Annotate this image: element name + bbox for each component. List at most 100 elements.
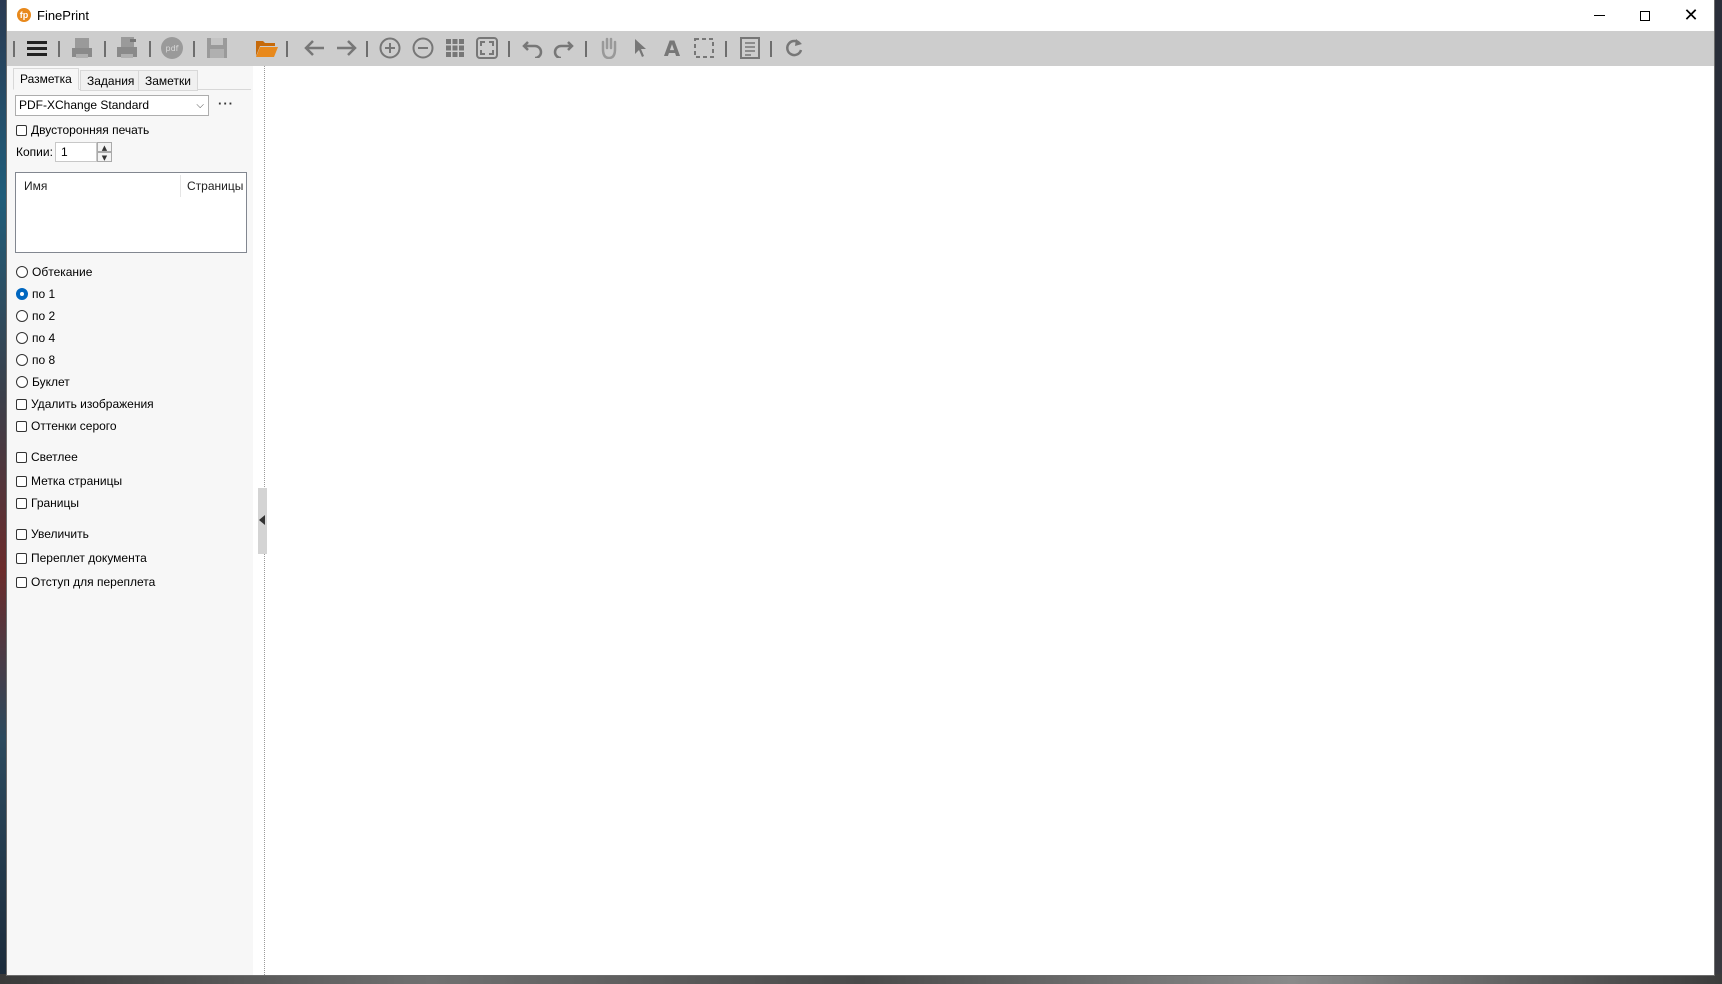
checkbox-box (16, 420, 27, 432)
jobs-list[interactable]: Имя Страницы (15, 172, 247, 253)
title-bar: fp FinePrint ✕ (7, 0, 1714, 31)
duplex-label: Двусторонняя печать (31, 123, 150, 137)
radio-label: по 1 (32, 287, 56, 301)
option-enlarge[interactable]: Увеличить (16, 526, 89, 542)
pointer-icon[interactable] (627, 35, 653, 61)
checkbox-box (16, 552, 27, 564)
desktop-background-bottom (0, 974, 1722, 984)
toolbar-separator (770, 41, 772, 57)
tab-jobs[interactable]: Задания (80, 70, 142, 91)
checkbox-box (16, 124, 27, 136)
radio-label: по 8 (32, 353, 56, 367)
toolbar-separator (58, 41, 60, 57)
tab-notes[interactable]: Заметки (138, 70, 198, 91)
radio-button (16, 354, 28, 366)
option-remove-images[interactable]: Удалить изображения (16, 396, 154, 412)
sidebar-panel: Разметка Задания Заметки PDF-XChange Sta… (7, 66, 253, 975)
option-lighter[interactable]: Светлее (16, 449, 78, 465)
option-label: Удалить изображения (31, 397, 154, 411)
duplex-checkbox[interactable]: Двусторонняя печать (16, 122, 149, 138)
grid-view-icon[interactable] (442, 35, 468, 61)
layout-radio-wrap[interactable]: Обтекание (16, 264, 92, 280)
radio-label: по 4 (32, 331, 56, 345)
option-page-stamp[interactable]: Метка страницы (16, 473, 122, 489)
undo-icon[interactable] (520, 35, 546, 61)
option-label: Оттенки серого (31, 419, 117, 433)
close-icon: ✕ (1683, 4, 1699, 26)
option-label: Светлее (31, 450, 78, 464)
save-icon[interactable] (204, 35, 230, 61)
radio-button (16, 332, 28, 344)
toolbar-separator (149, 41, 151, 57)
copies-spinner: ▲ ▼ (96, 142, 112, 162)
column-header-pages[interactable]: Страницы (187, 179, 243, 193)
option-document-binding[interactable]: Переплет документа (16, 550, 147, 566)
redo-icon[interactable] (550, 35, 576, 61)
app-icon: fp (17, 8, 31, 22)
svg-text:A: A (664, 38, 681, 58)
option-grayscale[interactable]: Оттенки серого (16, 418, 117, 434)
radio-button (16, 310, 28, 322)
fit-page-icon[interactable] (474, 35, 500, 61)
preview-canvas[interactable] (273, 66, 1714, 975)
option-label: Увеличить (31, 527, 89, 541)
text-tool-icon[interactable]: A (659, 35, 685, 61)
option-borders[interactable]: Границы (16, 495, 79, 511)
checkbox-box (16, 451, 27, 463)
refresh-icon[interactable] (781, 35, 807, 61)
zoom-out-icon[interactable] (410, 35, 436, 61)
minimize-button[interactable] (1576, 0, 1622, 31)
option-label: Отступ для переплета (31, 575, 156, 589)
toolbar-separator (13, 41, 15, 57)
hand-tool-icon[interactable] (596, 35, 622, 61)
chevron-down-icon: ⌵ (196, 100, 204, 111)
layout-radio-8up[interactable]: по 8 (16, 352, 55, 368)
spin-down-icon[interactable]: ▼ (97, 152, 112, 162)
layout-radio-2up[interactable]: по 2 (16, 308, 55, 324)
menu-icon[interactable] (24, 35, 50, 61)
radio-button (16, 266, 28, 278)
toolbar-separator (725, 41, 727, 57)
toolbar-separator (193, 41, 195, 57)
column-header-name[interactable]: Имя (24, 179, 47, 193)
copies-label: Копии: (16, 145, 53, 159)
layout-radio-4up[interactable]: по 4 (16, 330, 55, 346)
forward-arrow-icon[interactable] (334, 35, 360, 61)
print-setup-icon[interactable] (114, 35, 140, 61)
option-label: Границы (31, 496, 79, 510)
toolbar-separator (104, 41, 106, 57)
toolbar-separator (366, 41, 368, 57)
option-label: Метка страницы (31, 474, 123, 488)
maximize-icon (1640, 10, 1650, 21)
close-button[interactable]: ✕ (1668, 0, 1714, 31)
toolbar-separator (508, 41, 510, 57)
printer-select[interactable]: PDF-XChange Standard ⌵ (15, 95, 209, 116)
minimize-icon (1593, 15, 1605, 16)
radio-label: Буклет (32, 375, 70, 389)
select-region-icon[interactable] (691, 35, 717, 61)
radio-label: Обтекание (32, 265, 93, 279)
maximize-button[interactable] (1622, 0, 1668, 31)
column-divider (180, 175, 181, 197)
collapse-arrow-icon (259, 515, 265, 525)
option-gutter[interactable]: Отступ для переплета (16, 574, 155, 590)
print-icon[interactable] (69, 35, 95, 61)
spin-up-icon[interactable]: ▲ (97, 142, 112, 152)
radio-label: по 2 (32, 309, 56, 323)
zoom-in-icon[interactable] (377, 35, 403, 61)
tab-layout[interactable]: Разметка (13, 68, 79, 90)
pdf-icon[interactable]: pdf (159, 35, 185, 61)
layout-radio-booklet[interactable]: Буклет (16, 374, 70, 390)
option-label: Переплет документа (31, 551, 147, 565)
checkbox-box (16, 398, 27, 410)
more-options-button[interactable]: ··· (218, 96, 234, 111)
toolbar: pdf A (7, 31, 1714, 66)
collapse-panel-button[interactable] (258, 488, 267, 554)
checkbox-box (16, 576, 27, 588)
open-folder-icon[interactable] (254, 35, 280, 61)
notes-icon[interactable] (737, 35, 763, 61)
toolbar-separator (286, 41, 288, 57)
back-arrow-icon[interactable] (301, 35, 327, 61)
layout-radio-1up[interactable]: по 1 (16, 286, 55, 302)
toolbar-separator (585, 41, 587, 57)
